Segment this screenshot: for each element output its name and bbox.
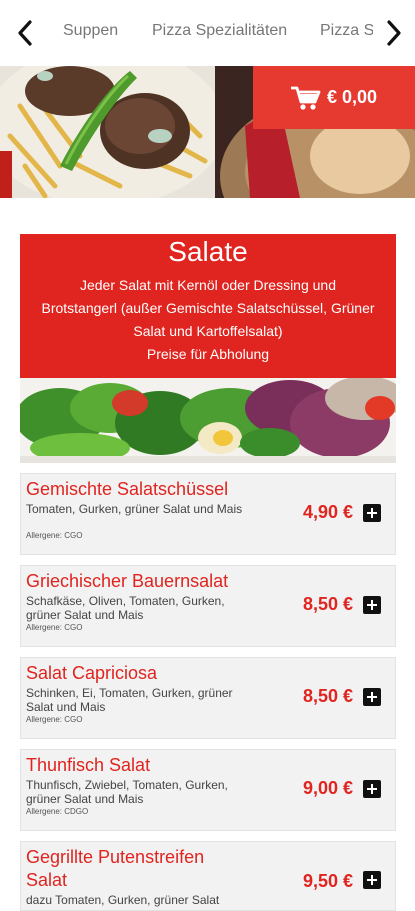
category-tabs: Suppen Pizza Spezialitäten Pizza S <box>48 0 373 66</box>
item-description: Schafkäse, Oliven, Tomaten, Gurken, grün… <box>26 594 225 622</box>
add-to-cart-icon[interactable] <box>363 688 381 706</box>
item-price: 9,00 € <box>302 778 353 798</box>
cart-button[interactable]: € 0,00 <box>253 66 415 129</box>
menu-item[interactable]: Gegrillte Putenstreifen Salat dazu Tomat… <box>20 841 396 911</box>
section-description: Jeder Salat mit Kernöl oder Dressing und… <box>41 277 375 362</box>
add-to-cart-icon[interactable] <box>363 780 381 798</box>
chevron-left-icon[interactable] <box>10 14 40 52</box>
item-description: Tomaten, Gurken, grüner Salat und Mais <box>26 502 243 516</box>
item-allergens: Allergene: CGO <box>26 531 83 540</box>
chevron-right-icon[interactable] <box>379 14 409 52</box>
add-to-cart-icon[interactable] <box>363 871 381 889</box>
item-allergens: Allergene: CGO <box>26 715 83 724</box>
item-name: Salat Capriciosa <box>26 663 158 683</box>
shopping-cart-icon <box>290 86 321 110</box>
item-price: 8,50 € <box>302 686 353 706</box>
item-price: 4,90 € <box>302 502 353 522</box>
section-title: Salate <box>168 236 248 267</box>
add-to-cart-icon[interactable] <box>363 596 381 614</box>
tab-suppen[interactable]: Suppen <box>63 22 118 40</box>
item-description: Thunfisch, Zwiebel, Tomaten, Gurken, grü… <box>26 778 228 806</box>
menu-item[interactable]: Salat Capriciosa Schinken, Ei, Tomaten, … <box>20 657 396 739</box>
item-description: Schinken, Ei, Tomaten, Gurken, grüner Sa… <box>26 686 233 714</box>
item-allergens: Allergene: CDGO <box>26 807 89 816</box>
item-price: 8,50 € <box>302 594 353 614</box>
item-allergens: Allergene: CGO <box>26 623 83 632</box>
item-name: Gemischte Salatschüssel <box>26 479 229 499</box>
tab-pizza[interactable]: Pizza S <box>320 22 373 40</box>
item-name: Gegrillte Putenstreifen Salat <box>26 847 205 890</box>
category-nav: Suppen Pizza Spezialitäten Pizza S <box>0 0 415 66</box>
section-header-salate: Salate Jeder Salat mit Kernöl oder Dress… <box>20 234 396 378</box>
item-name: Thunfisch Salat <box>26 755 151 775</box>
menu-item[interactable]: Gemischte Salatschüssel Tomaten, Gurken,… <box>20 473 396 555</box>
item-price: 9,50 € <box>302 871 353 891</box>
menu-item[interactable]: Thunfisch Salat Thunfisch, Zwiebel, Toma… <box>20 749 396 831</box>
salad-image <box>20 378 396 463</box>
add-to-cart-icon[interactable] <box>363 504 381 522</box>
item-description: dazu Tomaten, Gurken, grüner Salat <box>26 893 220 907</box>
cart-total: € 0,00 <box>326 87 378 107</box>
tab-pizza-spezialitaeten[interactable]: Pizza Spezialitäten <box>152 22 287 40</box>
menu-item[interactable]: Griechischer Bauernsalat Schafkäse, Oliv… <box>20 565 396 647</box>
item-name: Griechischer Bauernsalat <box>26 571 229 591</box>
